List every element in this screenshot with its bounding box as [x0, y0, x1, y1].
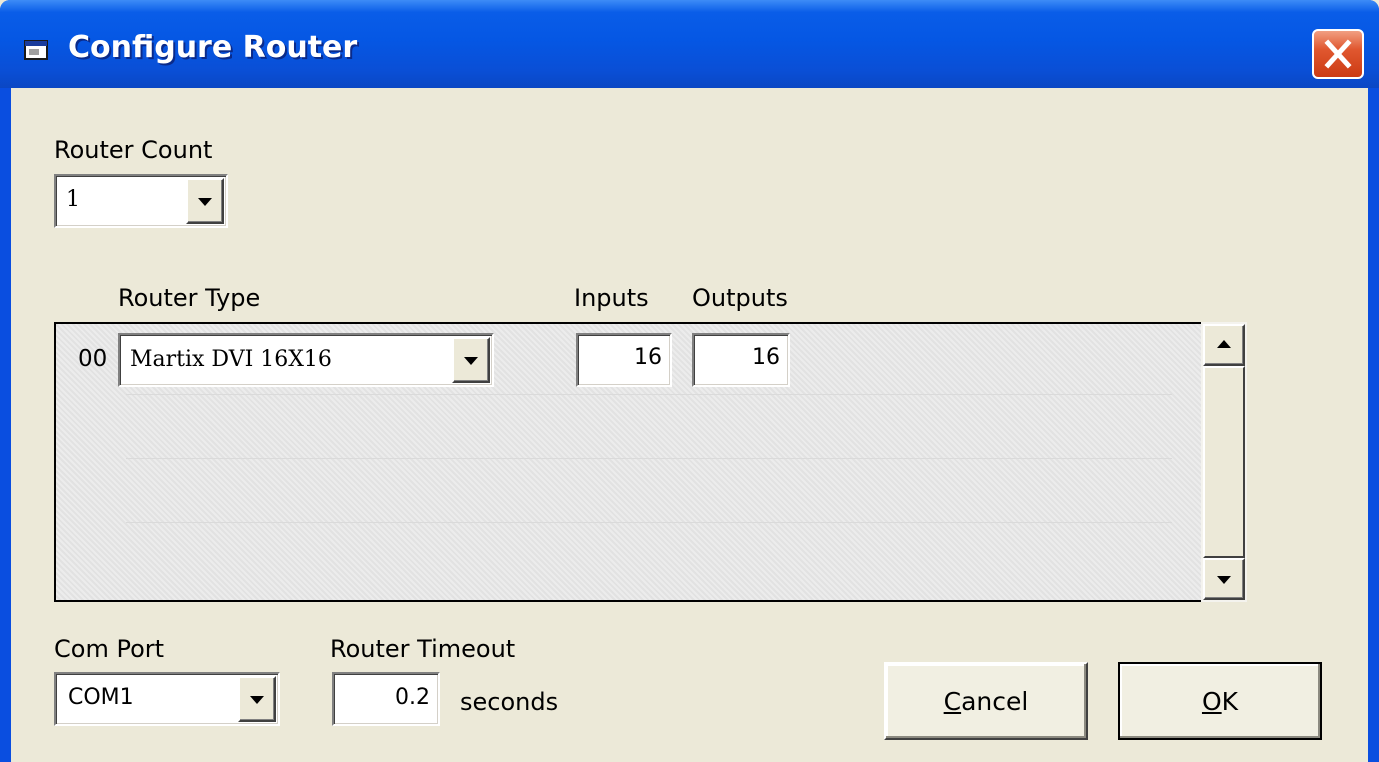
router-count-dropdown-button[interactable]: [186, 178, 224, 224]
router-row-index: 00: [78, 346, 108, 372]
scroll-track[interactable]: [1203, 366, 1245, 558]
outputs-value: 16: [752, 345, 780, 370]
com-port-select[interactable]: COM1: [54, 672, 280, 726]
router-list-scrollbar[interactable]: [1201, 322, 1247, 602]
title-bar[interactable]: Configure Router: [0, 0, 1379, 88]
window-app-icon[interactable]: [22, 38, 50, 62]
cancel-label-rest: ancel: [961, 686, 1029, 716]
chevron-down-icon: [464, 357, 478, 365]
router-timeout-field[interactable]: 0.2: [332, 672, 440, 726]
inputs-value: 16: [634, 345, 662, 370]
scroll-up-button[interactable]: [1203, 324, 1245, 366]
timeout-unit-label: seconds: [460, 688, 559, 716]
ok-label-rest: K: [1221, 686, 1239, 716]
router-type-dropdown-button[interactable]: [452, 337, 490, 383]
com-port-label: Com Port: [54, 635, 165, 663]
inputs-field[interactable]: 16: [576, 333, 672, 387]
row-divider: [126, 394, 1172, 395]
scroll-down-button[interactable]: [1203, 558, 1245, 600]
router-type-value: Martix DVI 16X16: [130, 347, 332, 372]
row-divider: [126, 522, 1172, 523]
router-count-value: 1: [66, 187, 80, 212]
inputs-header: Inputs: [574, 284, 649, 312]
scroll-down-arrow-icon: [1217, 576, 1231, 584]
ok-button-label: OK: [1202, 687, 1238, 716]
chevron-down-icon: [250, 696, 264, 704]
router-count-select[interactable]: 1: [54, 174, 228, 228]
window-title: Configure Router: [68, 30, 358, 65]
row-divider: [126, 458, 1172, 459]
router-type-header: Router Type: [118, 284, 261, 312]
close-icon: [1324, 39, 1352, 69]
ok-mnemonic: O: [1201, 686, 1222, 716]
com-port-dropdown-button[interactable]: [238, 676, 276, 722]
cancel-mnemonic: C: [943, 686, 962, 716]
cancel-button-label: Cancel: [944, 687, 1029, 716]
ok-button[interactable]: OK: [1118, 662, 1322, 740]
close-button[interactable]: [1312, 29, 1364, 79]
cancel-button[interactable]: Cancel: [884, 662, 1088, 740]
outputs-field[interactable]: 16: [692, 333, 790, 387]
router-timeout-label: Router Timeout: [330, 635, 516, 663]
router-timeout-value: 0.2: [395, 685, 430, 710]
configure-router-window: Configure Router Router Count 1 Router T…: [0, 0, 1379, 762]
router-count-label: Router Count: [54, 136, 213, 164]
com-port-value: COM1: [68, 685, 134, 710]
router-type-select[interactable]: Martix DVI 16X16: [118, 333, 494, 387]
chevron-down-icon: [198, 198, 212, 206]
outputs-header: Outputs: [692, 284, 788, 312]
scroll-up-arrow-icon: [1217, 340, 1231, 348]
